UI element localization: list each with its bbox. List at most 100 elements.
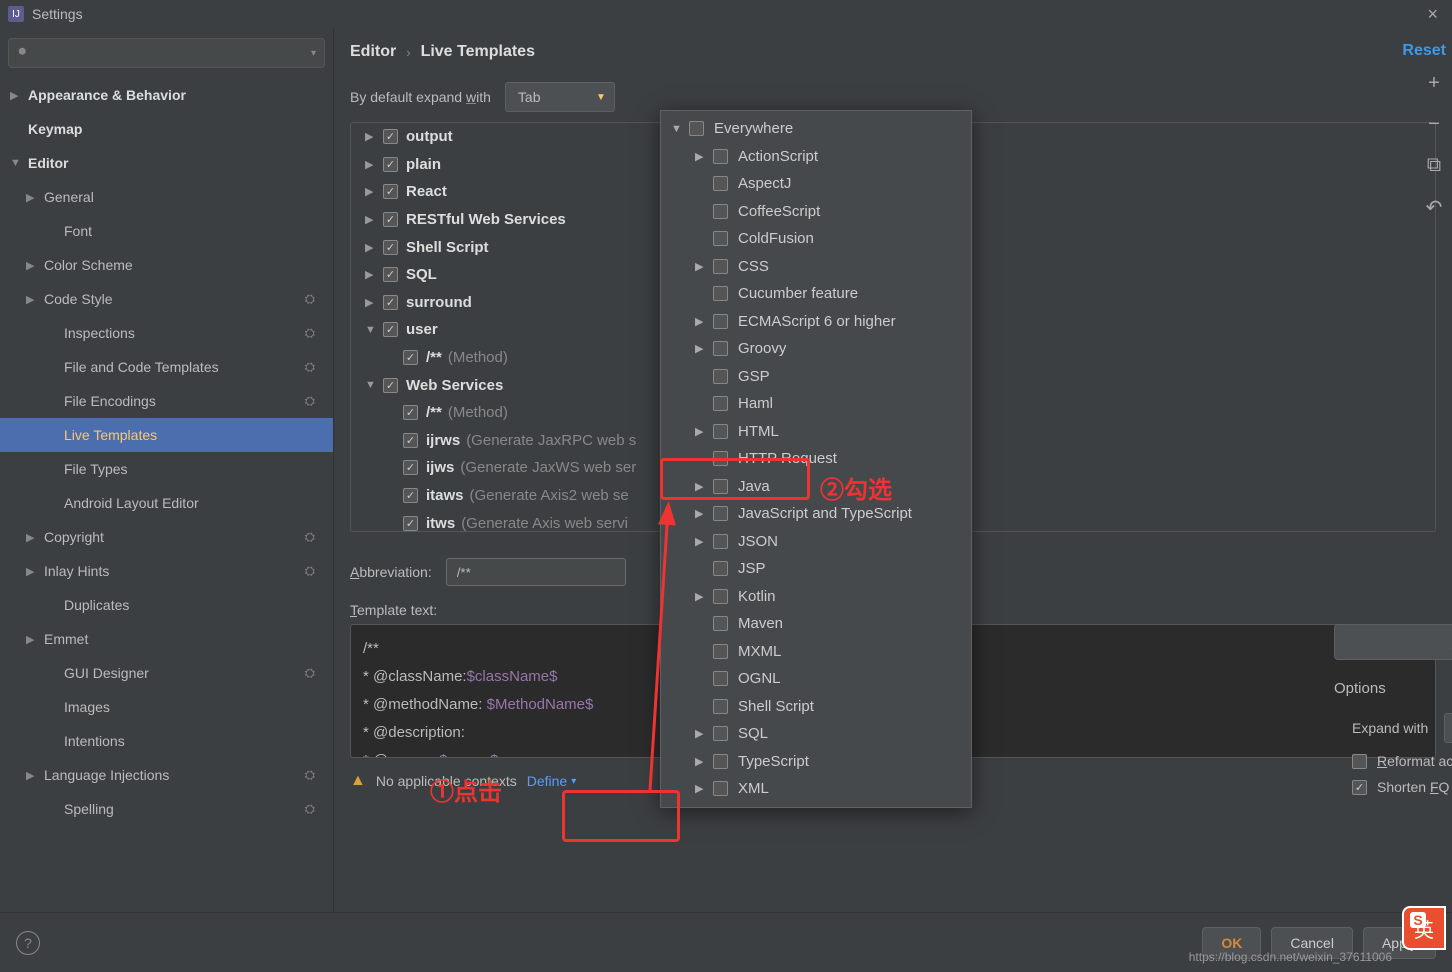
remove-icon[interactable]: −: [1428, 113, 1440, 136]
context-item[interactable]: ▶OGNL: [661, 665, 971, 693]
context-checkbox[interactable]: [713, 589, 728, 604]
context-checkbox[interactable]: [713, 451, 728, 466]
sidebar-item[interactable]: ▶Code Style⛭: [0, 282, 333, 316]
context-item[interactable]: ▶Maven: [661, 610, 971, 638]
context-checkbox[interactable]: [713, 699, 728, 714]
close-icon[interactable]: ×: [1421, 4, 1444, 25]
template-checkbox[interactable]: [383, 322, 398, 337]
template-checkbox[interactable]: [403, 350, 418, 365]
template-checkbox[interactable]: [383, 295, 398, 310]
search-input[interactable]: ▾: [8, 38, 325, 68]
sidebar-item[interactable]: Duplicates: [0, 588, 333, 622]
template-checkbox[interactable]: [383, 129, 398, 144]
sidebar-item[interactable]: ▼Editor: [0, 146, 333, 180]
sidebar-item[interactable]: Font: [0, 214, 333, 248]
sidebar-item[interactable]: Images: [0, 690, 333, 724]
abbreviation-input[interactable]: [446, 558, 626, 586]
template-checkbox[interactable]: [403, 433, 418, 448]
context-checkbox[interactable]: [713, 176, 728, 191]
template-checkbox[interactable]: [383, 378, 398, 393]
sidebar-item[interactable]: Keymap: [0, 112, 333, 146]
expand-with-select[interactable]: Tab ▼: [505, 82, 615, 112]
sidebar-item[interactable]: GUI Designer⛭: [0, 656, 333, 690]
sidebar-item[interactable]: ▶Appearance & Behavior: [0, 78, 333, 112]
context-item[interactable]: ▶AspectJ: [661, 170, 971, 198]
context-item[interactable]: ▶CoffeeScript: [661, 198, 971, 226]
template-checkbox[interactable]: [383, 267, 398, 282]
sidebar-item[interactable]: Live Templates: [0, 418, 333, 452]
context-checkbox[interactable]: [713, 314, 728, 329]
context-checkbox[interactable]: [713, 231, 728, 246]
expand-with-option-select[interactable]: Default (Tab) ▼: [1444, 713, 1452, 743]
context-item[interactable]: ▶MXML: [661, 638, 971, 666]
ime-badge[interactable]: S英: [1402, 906, 1446, 950]
context-checkbox[interactable]: [713, 726, 728, 741]
context-checkbox[interactable]: [713, 616, 728, 631]
sidebar-item[interactable]: Inspections⛭: [0, 316, 333, 350]
undo-icon[interactable]: ↶: [1426, 195, 1443, 220]
template-checkbox[interactable]: [383, 240, 398, 255]
sidebar-item[interactable]: File Types: [0, 452, 333, 486]
template-checkbox[interactable]: [383, 184, 398, 199]
sidebar-item[interactable]: File and Code Templates⛭: [0, 350, 333, 384]
context-checkbox[interactable]: [713, 754, 728, 769]
sidebar-item[interactable]: ▶Inlay Hints⛭: [0, 554, 333, 588]
context-item[interactable]: ▶Groovy: [661, 335, 971, 363]
context-item[interactable]: ▶Shell Script: [661, 693, 971, 721]
context-checkbox[interactable]: [713, 396, 728, 411]
reset-link[interactable]: Reset: [1402, 42, 1446, 60]
breadcrumb-editor[interactable]: Editor: [350, 43, 396, 61]
context-popup[interactable]: ▼Everywhere▶ActionScript▶AspectJ▶CoffeeS…: [660, 110, 972, 808]
context-item[interactable]: ▶GSP: [661, 363, 971, 391]
edit-variables-button[interactable]: Edit variables: [1334, 624, 1452, 660]
template-checkbox[interactable]: [403, 488, 418, 503]
add-icon[interactable]: +: [1428, 72, 1440, 95]
define-link[interactable]: Define▾: [527, 773, 577, 789]
context-checkbox[interactable]: [713, 149, 728, 164]
context-checkbox[interactable]: [713, 671, 728, 686]
context-item[interactable]: ▶HTML: [661, 418, 971, 446]
sidebar-item[interactable]: ▶General: [0, 180, 333, 214]
context-checkbox[interactable]: [713, 506, 728, 521]
sidebar-item[interactable]: Intentions: [0, 724, 333, 758]
context-item[interactable]: ▶ActionScript: [661, 143, 971, 171]
reformat-checkbox[interactable]: [1352, 754, 1367, 769]
context-item[interactable]: ▶JavaScript and TypeScript: [661, 500, 971, 528]
template-checkbox[interactable]: [403, 405, 418, 420]
sidebar-item[interactable]: ▶Emmet: [0, 622, 333, 656]
context-item[interactable]: ▶TypeScript: [661, 748, 971, 776]
copy-icon[interactable]: ⧉: [1427, 154, 1441, 177]
context-item[interactable]: ▶Java: [661, 473, 971, 501]
context-checkbox[interactable]: [713, 369, 728, 384]
context-item[interactable]: ▼Everywhere: [661, 115, 971, 143]
context-item[interactable]: ▶Cucumber feature: [661, 280, 971, 308]
sidebar-item[interactable]: File Encodings⛭: [0, 384, 333, 418]
context-checkbox[interactable]: [713, 561, 728, 576]
context-checkbox[interactable]: [713, 204, 728, 219]
context-item[interactable]: ▶ColdFusion: [661, 225, 971, 253]
template-checkbox[interactable]: [403, 460, 418, 475]
template-checkbox[interactable]: [383, 157, 398, 172]
context-checkbox[interactable]: [713, 341, 728, 356]
context-checkbox[interactable]: [713, 479, 728, 494]
shorten-fq-checkbox[interactable]: [1352, 780, 1367, 795]
context-checkbox[interactable]: [713, 286, 728, 301]
context-checkbox[interactable]: [713, 424, 728, 439]
sidebar-item[interactable]: Android Layout Editor: [0, 486, 333, 520]
sidebar-item[interactable]: Spelling⛭: [0, 792, 333, 826]
context-item[interactable]: ▶ECMAScript 6 or higher: [661, 308, 971, 336]
context-item[interactable]: ▶Haml: [661, 390, 971, 418]
context-checkbox[interactable]: [713, 781, 728, 796]
context-item[interactable]: ▶JSP: [661, 555, 971, 583]
sidebar-item[interactable]: ▶Language Injections⛭: [0, 758, 333, 792]
sidebar-item[interactable]: ▶Color Scheme: [0, 248, 333, 282]
context-item[interactable]: ▶CSS: [661, 253, 971, 281]
context-checkbox[interactable]: [713, 534, 728, 549]
sidebar-item[interactable]: ▶Copyright⛭: [0, 520, 333, 554]
context-item[interactable]: ▶JSON: [661, 528, 971, 556]
context-item[interactable]: ▶HTTP Request: [661, 445, 971, 473]
template-checkbox[interactable]: [403, 516, 418, 531]
context-item[interactable]: ▶Kotlin: [661, 583, 971, 611]
context-checkbox[interactable]: [713, 644, 728, 659]
template-checkbox[interactable]: [383, 212, 398, 227]
